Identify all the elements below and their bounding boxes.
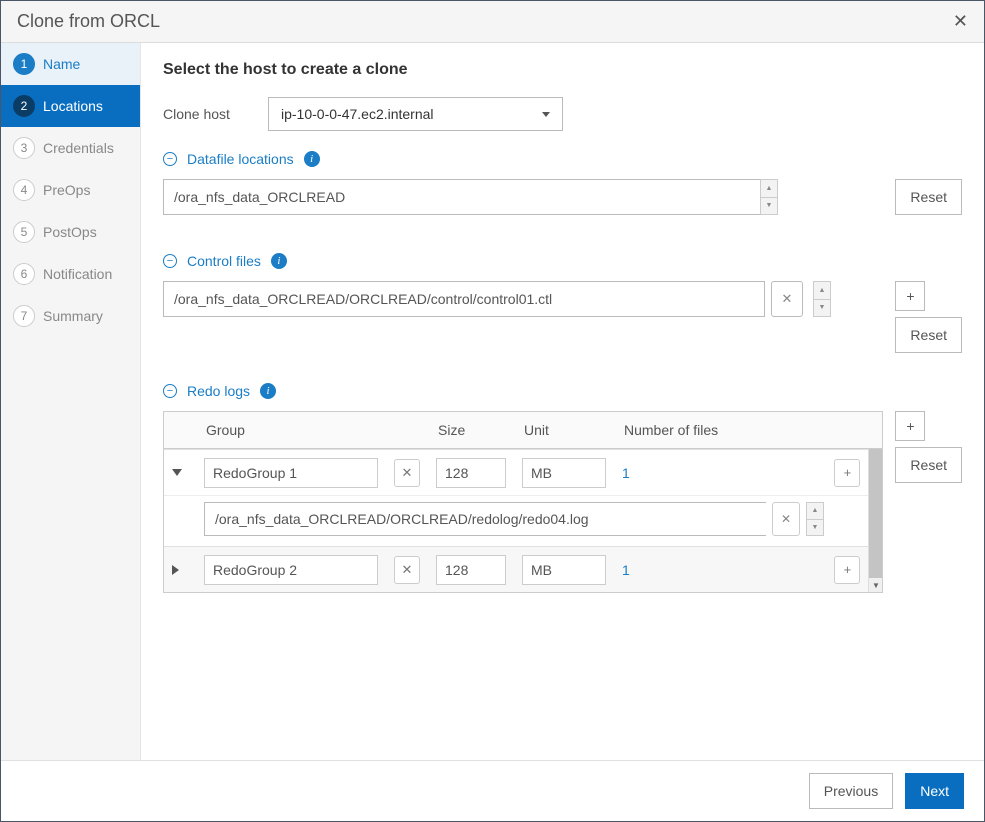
- redo-table-scrollbar[interactable]: ▼: [868, 449, 882, 592]
- control-section: /ora_nfs_data_ORCLREAD/ORCLREAD/control/…: [163, 281, 962, 353]
- scrollbar-down-icon[interactable]: ▼: [869, 578, 882, 592]
- clone-host-select[interactable]: ip-10-0-0-47.ec2.internal: [268, 97, 563, 131]
- clone-host-value: ip-10-0-0-47.ec2.internal: [281, 106, 434, 122]
- step-credentials[interactable]: 3 Credentials: [1, 127, 140, 169]
- control-title: Control files: [187, 253, 261, 269]
- close-icon[interactable]: ✕: [953, 11, 968, 32]
- spinner-down-icon[interactable]: ▼: [761, 198, 777, 215]
- step-label: PreOps: [43, 182, 90, 198]
- dialog-body: 1 Name 2 Locations 3 Credentials 4 PreOp…: [1, 43, 984, 760]
- control-header: − Control files i: [163, 253, 962, 269]
- control-reset-button[interactable]: Reset: [895, 317, 962, 353]
- control-delete-button[interactable]: ✕: [771, 281, 803, 317]
- step-number: 2: [13, 95, 35, 117]
- next-button[interactable]: Next: [905, 773, 964, 809]
- wizard-sidebar: 1 Name 2 Locations 3 Credentials 4 PreOp…: [1, 43, 141, 760]
- control-path-input[interactable]: /ora_nfs_data_ORCLREAD/ORCLREAD/control/…: [163, 281, 765, 317]
- main-panel: Select the host to create a clone Clone …: [141, 43, 984, 760]
- step-label: Locations: [43, 98, 103, 114]
- dialog-title: Clone from ORCL: [17, 11, 953, 32]
- clone-host-label: Clone host: [163, 106, 268, 122]
- scrollbar-thumb[interactable]: [869, 449, 882, 578]
- step-summary[interactable]: 7 Summary: [1, 295, 140, 337]
- step-number: 3: [13, 137, 35, 159]
- spinner-up-icon[interactable]: ▲: [814, 282, 830, 300]
- step-label: Summary: [43, 308, 103, 324]
- redo-row-delete-button[interactable]: ✕: [394, 556, 420, 584]
- redo-title: Redo logs: [187, 383, 250, 399]
- step-number: 1: [13, 53, 35, 75]
- redo-row-add-button[interactable]: +: [834, 556, 860, 584]
- datafile-header: − Datafile locations i: [163, 151, 962, 167]
- step-number: 4: [13, 179, 35, 201]
- redo-table-header: Group Size Unit Number of files: [164, 412, 882, 449]
- redo-size-input[interactable]: 128: [436, 555, 506, 585]
- redo-numfiles-link[interactable]: 1: [622, 465, 630, 481]
- collapse-icon[interactable]: −: [163, 384, 177, 398]
- redo-subrow: /ora_nfs_data_ORCLREAD/ORCLREAD/redolog/…: [164, 495, 868, 546]
- collapse-icon[interactable]: −: [163, 152, 177, 166]
- step-label: PostOps: [43, 224, 97, 240]
- redo-unit-input[interactable]: MB: [522, 458, 606, 488]
- step-notification[interactable]: 6 Notification: [1, 253, 140, 295]
- page-heading: Select the host to create a clone: [163, 61, 962, 79]
- redo-table-section: Group Size Unit Number of files: [163, 411, 962, 593]
- redo-numfiles-link[interactable]: 1: [622, 562, 630, 578]
- step-label: Credentials: [43, 140, 114, 156]
- th-group: Group: [196, 412, 386, 448]
- step-locations[interactable]: 2 Locations: [1, 85, 140, 127]
- redo-file-delete-button[interactable]: ✕: [772, 502, 800, 536]
- step-number: 5: [13, 221, 35, 243]
- datafile-title: Datafile locations: [187, 151, 294, 167]
- redo-row-delete-button[interactable]: ✕: [394, 459, 420, 487]
- expand-toggle-icon[interactable]: [172, 469, 182, 476]
- clone-host-row: Clone host ip-10-0-0-47.ec2.internal: [163, 97, 962, 131]
- spinner-up-icon[interactable]: ▲: [807, 503, 823, 520]
- step-number: 7: [13, 305, 35, 327]
- dialog-footer: Previous Next: [1, 760, 984, 821]
- th-numfiles: Number of files: [614, 412, 820, 448]
- redo-size-input[interactable]: 128: [436, 458, 506, 488]
- redo-header: − Redo logs i: [163, 383, 962, 399]
- th-size: Size: [428, 412, 514, 448]
- redo-group-input[interactable]: RedoGroup 1: [204, 458, 378, 488]
- redo-row: RedoGroup 2 ✕ 128 MB 1 +: [164, 546, 868, 592]
- redo-file-spinner[interactable]: ▲ ▼: [806, 502, 824, 536]
- redo-file-path-input[interactable]: /ora_nfs_data_ORCLREAD/ORCLREAD/redolog/…: [204, 502, 766, 536]
- redo-unit-input[interactable]: MB: [522, 555, 606, 585]
- control-spinner[interactable]: ▲ ▼: [813, 281, 831, 317]
- step-preops[interactable]: 4 PreOps: [1, 169, 140, 211]
- spinner-up-icon[interactable]: ▲: [761, 180, 777, 198]
- previous-button[interactable]: Previous: [809, 773, 893, 809]
- spinner-down-icon[interactable]: ▼: [814, 300, 830, 317]
- expand-toggle-icon[interactable]: [172, 565, 179, 575]
- step-label: Name: [43, 56, 80, 72]
- redo-reset-button[interactable]: Reset: [895, 447, 962, 483]
- step-number: 6: [13, 263, 35, 285]
- redo-group-input[interactable]: RedoGroup 2: [204, 555, 378, 585]
- collapse-icon[interactable]: −: [163, 254, 177, 268]
- th-unit: Unit: [514, 412, 614, 448]
- datafile-section: /ora_nfs_data_ORCLREAD ▲ ▼ Reset: [163, 179, 962, 223]
- redo-table-body: RedoGroup 1 ✕ 128 MB 1 + /ora_nfs_data_O…: [164, 449, 868, 592]
- info-icon: i: [304, 151, 320, 167]
- datafile-path-spinner[interactable]: ▲ ▼: [760, 179, 778, 215]
- step-postops[interactable]: 5 PostOps: [1, 211, 140, 253]
- redo-row: RedoGroup 1 ✕ 128 MB 1 +: [164, 449, 868, 495]
- spinner-down-icon[interactable]: ▼: [807, 520, 823, 536]
- info-icon: i: [271, 253, 287, 269]
- redo-row-add-button[interactable]: +: [834, 459, 860, 487]
- control-add-button[interactable]: +: [895, 281, 925, 311]
- info-icon: i: [260, 383, 276, 399]
- datafile-reset-button[interactable]: Reset: [895, 179, 962, 215]
- clone-dialog: Clone from ORCL ✕ 1 Name 2 Locations 3 C…: [0, 0, 985, 822]
- redo-add-button[interactable]: +: [895, 411, 925, 441]
- datafile-path-input[interactable]: /ora_nfs_data_ORCLREAD: [163, 179, 760, 215]
- titlebar: Clone from ORCL ✕: [1, 1, 984, 43]
- redo-table: Group Size Unit Number of files: [163, 411, 883, 593]
- caret-down-icon: [542, 112, 550, 117]
- step-label: Notification: [43, 266, 112, 282]
- step-name[interactable]: 1 Name: [1, 43, 140, 85]
